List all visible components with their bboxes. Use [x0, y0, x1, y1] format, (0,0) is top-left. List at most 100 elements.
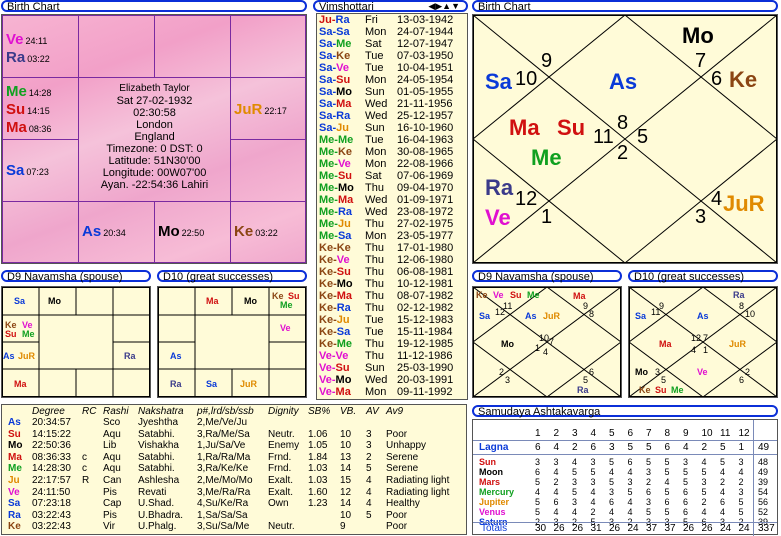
table-cell: Satabhi. [138, 451, 175, 463]
nc-house-2: 2 [617, 142, 629, 164]
d10n-house-g: 4 [691, 345, 697, 355]
ashtakavarga-tab[interactable]: Samudaya Ashtakavarga [472, 405, 778, 418]
d10-right-tab[interactable]: D10 (great successes) [628, 270, 778, 283]
table-cell: 10 [340, 428, 352, 440]
d10-south-chart: Ma Mo Ke Su Me Ve As Ra Sa JuR [157, 286, 307, 398]
planet-venus: Ve 24:11 [6, 31, 48, 48]
nc-house-5: 5 [637, 126, 649, 148]
dasha-lord: Me [319, 170, 335, 182]
navamsha-north-chart: Ke Ve Su Me Ma Sa As JuR Mo Ra 11 9 12 8… [472, 286, 622, 398]
navn-house-l: 5 [583, 375, 589, 385]
d10n-house-b: 8 [739, 301, 745, 311]
table-cell: 3,Ra/Me/Sa [197, 428, 250, 440]
table-planet: Su [8, 428, 21, 440]
bhukti-lord: Ju [336, 122, 349, 134]
bhukti-lord: Ve [336, 62, 349, 74]
table-cell: Own [268, 498, 289, 510]
table-cell: 03:22:43 [32, 521, 71, 533]
ashtaka-col-header: 2 [553, 428, 560, 439]
table-planet: Sa [8, 498, 21, 510]
ashtaka-total-cell: 24 [738, 523, 750, 534]
bhukti-lord: Ra [335, 14, 350, 26]
nc-house-11: 11 [593, 126, 614, 148]
vimshottari-list[interactable]: Ju-Ra Fri 13-03-1942 Sa-Sa Mon 24-07-1944 Sa-M… [316, 13, 468, 400]
table-cell: Frnd. [268, 451, 292, 463]
birth-chart-right-tab[interactable]: Birth Chart [472, 0, 778, 13]
dasha-lord: Sa [319, 74, 333, 86]
d10-tab[interactable]: D10 (great successes) [157, 270, 307, 283]
vimshottari-tab[interactable]: Vimshottari ◀▶▲▼ [313, 0, 468, 13]
bhukti-lord: Ma [335, 386, 351, 398]
navn-ketu: Ke [476, 290, 488, 300]
dasha-lord: Me [319, 206, 335, 218]
table-cell: 14:15:22 [32, 428, 71, 440]
table-cell: 1.84 [308, 451, 328, 463]
nc-jupiter: JuR [723, 191, 765, 216]
dasha-lord: Ke [319, 302, 334, 314]
table-header: AV [366, 406, 379, 417]
bhukti-lord: Ra [336, 302, 351, 314]
navn-mercury: Me [527, 290, 540, 300]
bhukti-lord: Me [336, 338, 353, 350]
ashtaka-cell: 1 [738, 442, 745, 453]
dasha-lord: Sa [319, 62, 333, 74]
dasha-row[interactable]: Ve-Ma Mon 09-11-1992 [317, 386, 467, 399]
d10-moon: Mo [244, 296, 257, 306]
nav-mercury: Me [22, 329, 35, 339]
dasha-day: Mon [365, 386, 387, 398]
dasha-period: Ve-Ma [319, 386, 351, 398]
house-sagittarius [2, 201, 79, 263]
table-cell: Revati [138, 486, 167, 498]
dasha-lord: Sa [319, 38, 333, 50]
navn-house-e: 10 [539, 333, 550, 343]
bhukti-lord: Ra [337, 206, 353, 218]
ashtaka-col-header: 12 [738, 428, 750, 439]
bhukti-lord: Ju [336, 314, 350, 326]
ashtaka-total-cell: 37 [646, 523, 658, 534]
table-cell: 3 [366, 428, 372, 440]
d10n-ketu: Ke [639, 385, 651, 395]
table-cell: 08:36:33 [32, 451, 71, 463]
d10n-venus: Ve [697, 367, 708, 377]
bhukti-lord: Ke [336, 50, 351, 62]
ashtaka-col-header: 10 [701, 428, 713, 439]
dasha-lord: Sa [319, 86, 333, 98]
nc-ketu: Ke [729, 67, 758, 92]
table-cell: Vir [103, 521, 116, 533]
table-header: SB% [308, 406, 331, 417]
birth-info: Elizabeth Taylor Sat 27-02-1932 02:30:58… [78, 83, 231, 191]
bhukti-lord: Ve [335, 350, 349, 362]
navn-jupiter: JuR [543, 311, 561, 321]
table-cell: 1.05 [308, 440, 328, 452]
table-cell: Aqu [103, 428, 121, 440]
table-cell: Poor [386, 428, 408, 440]
planet-saturn: Sa 07:23 [6, 162, 49, 179]
dasha-nav-arrows[interactable]: ◀▶▲▼ [428, 1, 460, 12]
table-cell: U.Phalg. [138, 521, 177, 533]
nc-house-3: 3 [695, 206, 707, 228]
d10n-saturn: Sa [635, 311, 647, 321]
table-cell: Poor [386, 509, 408, 521]
nc-ascendant: As [609, 69, 638, 94]
bhukti-lord: Su [337, 170, 353, 182]
planet-ketu: Ke 03:22 [234, 223, 278, 240]
bhukti-lord: Ve [336, 254, 350, 266]
table-cell: 4 [366, 486, 372, 498]
table-planet: Me [8, 463, 22, 475]
ashtaka-cell: 3 [609, 442, 615, 453]
table-header: Av9 [386, 406, 404, 417]
table-cell: 14:28:30 [32, 463, 71, 475]
nc-house-6: 6 [711, 68, 723, 90]
planet-moon: Mo 22:50 [158, 223, 205, 240]
navamsha-tab[interactable]: D9 Navamsha (spouse) [1, 270, 151, 283]
table-planet: Ju [8, 475, 20, 486]
table-cell: 15 [340, 475, 352, 486]
table-cell: U.Bhadra. [138, 509, 184, 521]
birth-chart-tab[interactable]: Birth Chart [1, 0, 307, 13]
navamsha-right-tab[interactable]: D9 Navamsha (spouse) [472, 270, 622, 283]
ashtaka-cell: 6 [664, 442, 671, 453]
table-cell: Radiating light [386, 475, 450, 486]
table-cell: Exalt. [268, 486, 294, 498]
ashtaka-col-header: 9 [683, 428, 689, 439]
ashtaka-total-cell: 30 [535, 523, 547, 534]
